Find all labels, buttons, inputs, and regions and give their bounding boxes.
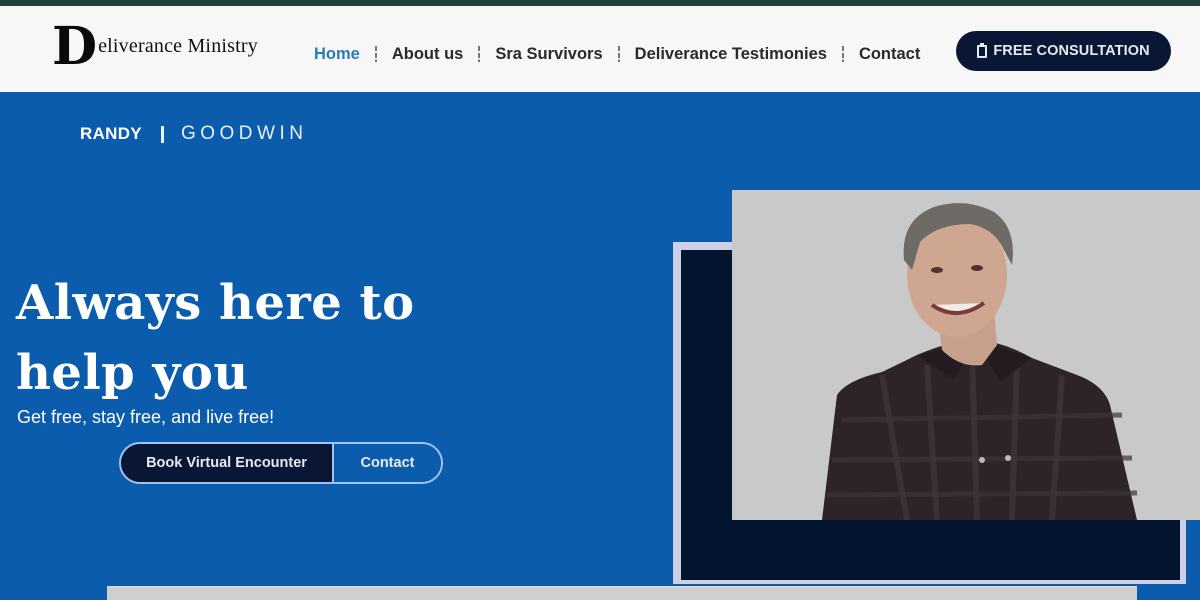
nav-home[interactable]: Home bbox=[314, 45, 360, 64]
clipboard-icon bbox=[977, 42, 988, 58]
hero-headline: Always here to help you bbox=[16, 275, 415, 401]
logo-text: eliverance Ministry bbox=[98, 35, 258, 57]
logo-initial: D bbox=[52, 16, 98, 77]
free-consultation-label: FREE CONSULTATION bbox=[993, 43, 1150, 59]
contact-button[interactable]: Contact bbox=[334, 444, 441, 482]
hero-button-group: Book Virtual Encounter Contact bbox=[119, 442, 443, 484]
nav-separator bbox=[841, 46, 844, 62]
site-logo[interactable]: D eliverance Ministry bbox=[52, 16, 258, 77]
nav-separator bbox=[478, 46, 481, 62]
site-header: D eliverance Ministry Home About us Sra … bbox=[0, 6, 1200, 92]
nav-separator bbox=[374, 46, 377, 62]
brand-first-name: RANDY bbox=[80, 124, 142, 143]
content-panel-edge bbox=[107, 586, 1137, 600]
portrait-illustration bbox=[732, 190, 1200, 520]
nav-separator bbox=[617, 46, 620, 62]
hero-subline: Get free, stay free, and live free! bbox=[17, 407, 275, 427]
brand-divider bbox=[160, 125, 164, 143]
nav-about-us[interactable]: About us bbox=[392, 45, 464, 64]
book-virtual-encounter-button[interactable]: Book Virtual Encounter bbox=[121, 444, 334, 482]
nav-sra-survivors[interactable]: Sra Survivors bbox=[495, 45, 602, 64]
decorative-accent bbox=[1138, 588, 1200, 600]
nav-contact[interactable]: Contact bbox=[859, 45, 920, 64]
brand-name: RANDY GOODWIN bbox=[80, 123, 307, 145]
free-consultation-button[interactable]: FREE CONSULTATION bbox=[956, 31, 1171, 71]
nav-deliverance-testimonies[interactable]: Deliverance Testimonies bbox=[635, 45, 827, 64]
portrait-photo bbox=[732, 190, 1200, 520]
main-nav: Home About us Sra Survivors Deliverance … bbox=[314, 42, 920, 66]
brand-last-name: GOODWIN bbox=[180, 123, 308, 144]
